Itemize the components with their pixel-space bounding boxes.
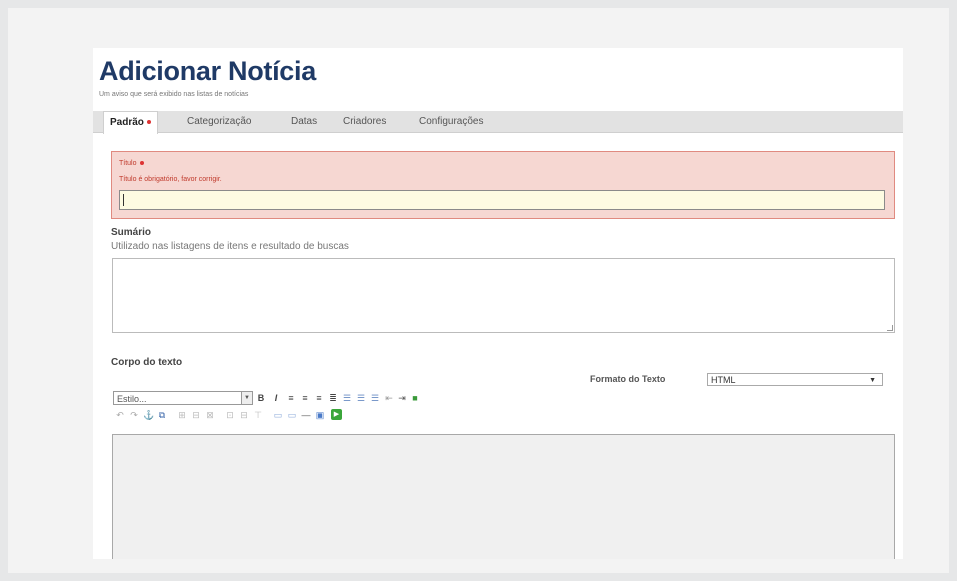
align-right-icon[interactable]: ≡ (314, 393, 324, 403)
undo-icon[interactable]: ↶ (115, 410, 125, 420)
align-center-icon[interactable]: ≡ (300, 393, 310, 403)
delete-col-icon[interactable]: ⊤ (253, 410, 263, 420)
text-format-select[interactable]: HTML ▼ (707, 373, 883, 386)
table-icon[interactable]: ⊞ (177, 410, 187, 420)
align-justify-icon[interactable]: ≣ (328, 393, 338, 403)
page-content: Adicionar Notícia Um aviso que será exib… (93, 48, 903, 559)
required-icon (139, 161, 144, 166)
text-caret (123, 194, 124, 206)
insert-row-icon[interactable]: ⊡ (225, 410, 235, 420)
summary-textarea[interactable] (112, 258, 895, 333)
tab-datas[interactable]: Datas (285, 111, 323, 132)
summary-label: Sumário (111, 227, 152, 238)
title-field-label: Título (119, 160, 144, 167)
text-format-value: HTML (711, 375, 736, 385)
italic-icon[interactable]: I (271, 393, 281, 403)
title-field-error-box: Título Título é obrigatório, favor corri… (111, 151, 895, 219)
tab-label: Padrão (110, 117, 144, 128)
body-label: Corpo do texto (111, 357, 183, 368)
definition-list-icon[interactable]: ☰ (370, 393, 380, 403)
tab-criadores[interactable]: Criadores (337, 111, 392, 132)
title-input[interactable] (119, 190, 885, 210)
body-editor[interactable] (112, 434, 895, 559)
style-placeholder: Estilo... (117, 394, 147, 404)
bold-icon[interactable]: B (256, 393, 266, 403)
bullet-list-icon[interactable]: ☰ (342, 393, 352, 403)
style-select[interactable]: Estilo... ▼ (113, 391, 253, 405)
tab-categorizacao[interactable]: Categorização (181, 111, 257, 132)
delete-row-icon[interactable]: ⊟ (239, 410, 249, 420)
anchor-icon[interactable]: ⚓ (143, 410, 154, 420)
link-icon[interactable]: ⧉ (157, 410, 167, 420)
tab-padrao[interactable]: Padrão (103, 111, 158, 134)
indent-icon[interactable]: ⇥ (397, 393, 407, 403)
remove-format-icon[interactable]: ■ (410, 393, 420, 403)
image-icon[interactable]: ▭ (273, 410, 283, 420)
dropdown-arrow-icon: ▼ (869, 377, 876, 384)
align-left-icon[interactable]: ≡ (286, 393, 296, 403)
title-error-message: Título é obrigatório, favor corrigir. (119, 176, 222, 183)
save-icon[interactable]: ▣ (315, 410, 325, 420)
tab-configuracoes[interactable]: Configurações (413, 111, 489, 132)
summary-help: Utilizado nas listagens de itens e resul… (111, 241, 349, 252)
text-format-label: Formato do Texto (590, 374, 666, 384)
outdent-icon[interactable]: ⇤ (384, 393, 394, 403)
numbered-list-icon[interactable]: ☰ (356, 393, 366, 403)
hr-icon[interactable]: — (301, 410, 311, 420)
redo-icon[interactable]: ↷ (129, 410, 139, 420)
page-title: Adicionar Notícia (99, 56, 316, 86)
table-col-icon[interactable]: ⊠ (205, 410, 215, 420)
required-icon (146, 120, 151, 125)
table-row-icon[interactable]: ⊟ (191, 410, 201, 420)
play-icon[interactable]: ▶ (331, 409, 342, 420)
chevron-down-icon: ▼ (241, 392, 252, 404)
resize-grip-icon[interactable] (887, 325, 893, 331)
window-frame: Adicionar Notícia Um aviso que será exib… (8, 8, 949, 573)
tab-bar: Padrão Categorização Datas Criadores Con… (93, 111, 903, 134)
box-icon[interactable]: ▭ (287, 410, 297, 420)
page-subtitle: Um aviso que será exibido nas listas de … (99, 91, 249, 98)
